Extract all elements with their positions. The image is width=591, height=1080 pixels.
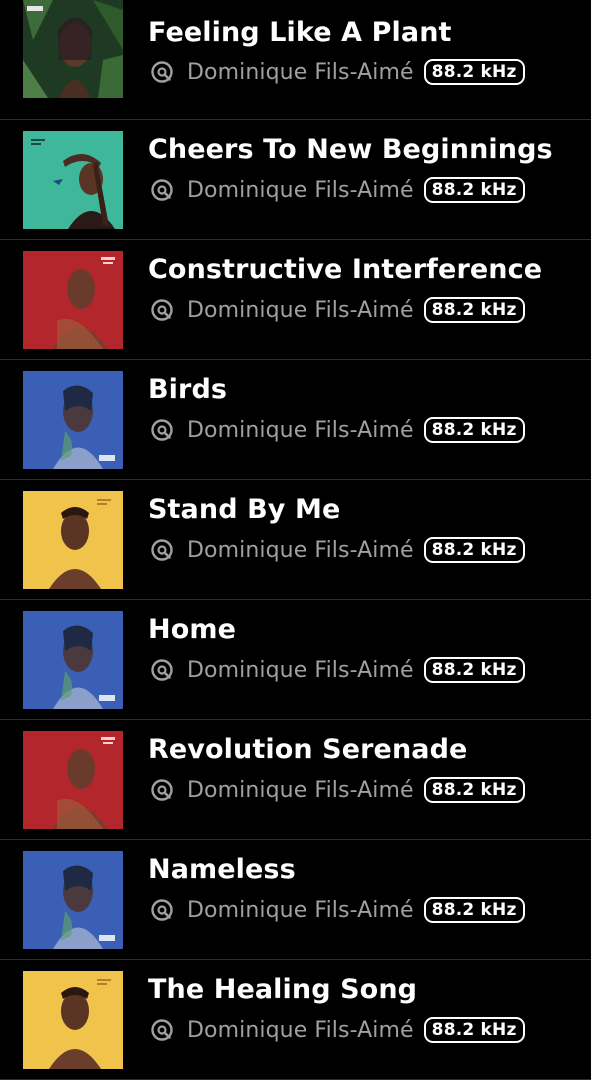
- track-subtitle: Dominique Fils-Aimé 88.2 kHz: [150, 58, 525, 86]
- lossless-icon: [150, 778, 174, 802]
- track-title: Birds: [148, 374, 228, 405]
- track-row[interactable]: Constructive Interference Dominique Fils…: [0, 240, 591, 360]
- track-subtitle: Dominique Fils-Aimé 88.2 kHz: [150, 176, 525, 204]
- quality-badge: 88.2 kHz: [423, 417, 525, 443]
- track-row[interactable]: Nameless Dominique Fils-Aimé 88.2 kHz: [0, 840, 591, 960]
- album-art: [23, 731, 123, 829]
- track-title: Nameless: [148, 854, 296, 885]
- quality-badge: 88.2 kHz: [423, 777, 525, 803]
- lossless-icon: [150, 898, 174, 922]
- quality-badge: 88.2 kHz: [423, 897, 525, 923]
- album-art: [23, 971, 123, 1069]
- track-title: Home: [148, 614, 236, 645]
- track-list: Feeling Like A Plant Dominique Fils-Aimé…: [0, 0, 591, 1080]
- track-subtitle: Dominique Fils-Aimé 88.2 kHz: [150, 416, 525, 444]
- track-artist: Dominique Fils-Aimé: [187, 897, 414, 923]
- track-title: Feeling Like A Plant: [148, 17, 452, 48]
- lossless-icon: [150, 60, 174, 84]
- lossless-icon: [150, 538, 174, 562]
- track-title: Revolution Serenade: [148, 734, 468, 765]
- lossless-icon: [150, 1018, 174, 1042]
- track-artist: Dominique Fils-Aimé: [187, 777, 414, 803]
- lossless-icon: [150, 658, 174, 682]
- track-artist: Dominique Fils-Aimé: [187, 297, 414, 323]
- track-title: Stand By Me: [148, 494, 341, 525]
- quality-badge: 88.2 kHz: [423, 537, 525, 563]
- track-artist: Dominique Fils-Aimé: [187, 59, 414, 85]
- quality-badge: 88.2 kHz: [423, 657, 525, 683]
- track-artist: Dominique Fils-Aimé: [187, 417, 414, 443]
- track-row[interactable]: Stand By Me Dominique Fils-Aimé 88.2 kHz: [0, 480, 591, 600]
- track-artist: Dominique Fils-Aimé: [187, 1017, 414, 1043]
- track-row[interactable]: Birds Dominique Fils-Aimé 88.2 kHz: [0, 360, 591, 480]
- quality-badge: 88.2 kHz: [423, 59, 525, 85]
- quality-badge: 88.2 kHz: [423, 297, 525, 323]
- lossless-icon: [150, 298, 174, 322]
- album-art: [23, 491, 123, 589]
- album-art: [23, 131, 123, 229]
- track-subtitle: Dominique Fils-Aimé 88.2 kHz: [150, 776, 525, 804]
- track-row[interactable]: Cheers To New Beginnings Dominique Fils-…: [0, 120, 591, 240]
- album-art: [23, 251, 123, 349]
- track-artist: Dominique Fils-Aimé: [187, 657, 414, 683]
- album-art: [23, 371, 123, 469]
- track-title: Constructive Interference: [148, 254, 543, 285]
- lossless-icon: [150, 178, 174, 202]
- track-subtitle: Dominique Fils-Aimé 88.2 kHz: [150, 1016, 525, 1044]
- quality-badge: 88.2 kHz: [423, 177, 525, 203]
- track-artist: Dominique Fils-Aimé: [187, 177, 414, 203]
- track-title: The Healing Song: [148, 974, 418, 1005]
- album-art: [23, 0, 123, 98]
- track-subtitle: Dominique Fils-Aimé 88.2 kHz: [150, 296, 525, 324]
- track-row[interactable]: Home Dominique Fils-Aimé 88.2 kHz: [0, 600, 591, 720]
- track-artist: Dominique Fils-Aimé: [187, 537, 414, 563]
- lossless-icon: [150, 418, 174, 442]
- track-subtitle: Dominique Fils-Aimé 88.2 kHz: [150, 536, 525, 564]
- track-row[interactable]: The Healing Song Dominique Fils-Aimé 88.…: [0, 960, 591, 1080]
- track-subtitle: Dominique Fils-Aimé 88.2 kHz: [150, 656, 525, 684]
- track-subtitle: Dominique Fils-Aimé 88.2 kHz: [150, 896, 525, 924]
- track-title: Cheers To New Beginnings: [148, 134, 553, 165]
- track-row[interactable]: Revolution Serenade Dominique Fils-Aimé …: [0, 720, 591, 840]
- album-art: [23, 611, 123, 709]
- track-row[interactable]: Feeling Like A Plant Dominique Fils-Aimé…: [0, 0, 591, 120]
- quality-badge: 88.2 kHz: [423, 1017, 525, 1043]
- album-art: [23, 851, 123, 949]
